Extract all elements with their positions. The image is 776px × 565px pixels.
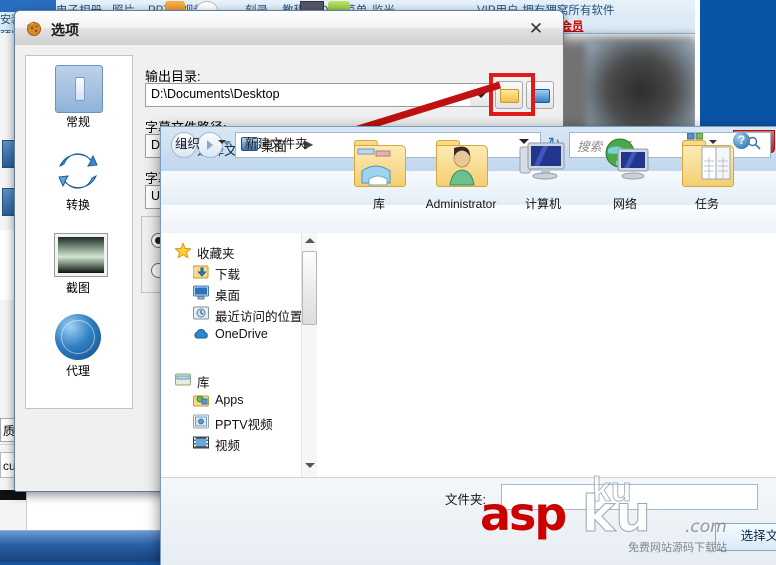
nav-item-downloads[interactable]: 下载 <box>175 262 315 282</box>
list-item[interactable]: 计算机 <box>501 135 585 245</box>
sidebar-item-convert[interactable]: 转换 <box>26 144 130 222</box>
output-dir-input[interactable]: D:\Documents\Desktop <box>145 83 491 107</box>
organize-button[interactable]: 组织 <box>175 133 200 152</box>
list-item[interactable]: 库 <box>337 135 421 245</box>
highlight-box <box>489 73 535 116</box>
nav-item-desktop-label: 桌面 <box>215 289 241 303</box>
options-titlebar[interactable] <box>15 11 563 46</box>
proxy-icon <box>55 314 101 360</box>
nav-item-desktop[interactable]: 桌面 <box>175 283 315 303</box>
forward-button[interactable] <box>197 132 223 158</box>
capture-icon <box>55 234 107 276</box>
options-dialog-title: 选项 <box>51 22 79 38</box>
apps-icon <box>193 395 209 407</box>
list-item[interactable]: Administrator <box>419 135 503 245</box>
navigation-scrollbar-thumb[interactable] <box>302 251 317 325</box>
pptv-icon <box>193 414 209 429</box>
chevron-down-icon[interactable] <box>218 140 226 144</box>
nav-item-video[interactable]: 视频 <box>175 433 315 453</box>
network-icon <box>596 135 654 191</box>
library-icon <box>175 373 191 386</box>
libraries-folder-icon <box>350 135 408 191</box>
video-preview <box>586 40 696 140</box>
list-item-label: 任务 <box>694 197 719 211</box>
onedrive-icon <box>194 329 208 339</box>
list-item-label: 计算机 <box>524 197 561 211</box>
general-icon <box>55 65 103 113</box>
sidebar-item-convert-label: 转换 <box>65 198 90 212</box>
select-folder-button[interactable]: 选择文件夹 <box>715 523 776 551</box>
sidebar-item-capture-label: 截图 <box>65 281 90 295</box>
scroll-up-icon[interactable] <box>305 238 315 243</box>
list-item-label: 网络 <box>612 197 637 211</box>
nav-item-favorites-label: 收藏夹 <box>197 247 235 261</box>
nav-item-libraries-label: 库 <box>197 376 210 390</box>
tasks-folder-icon <box>678 135 736 191</box>
folder-content-pane <box>317 233 776 477</box>
recent-places-icon <box>193 306 209 320</box>
computer-icon <box>514 135 572 191</box>
convert-icon <box>55 148 101 194</box>
user-folder-icon <box>432 135 490 191</box>
nav-item-video-label: 视频 <box>215 439 241 453</box>
sidebar-item-capture[interactable]: 截图 <box>26 227 130 305</box>
sidebar-item-proxy[interactable]: 代理 <box>26 310 130 388</box>
new-folder-button[interactable]: 新建文件夹 <box>245 133 308 152</box>
close-icon[interactable]: ✕ <box>523 19 549 39</box>
nav-item-pptv-label: PPTV视频 <box>215 418 273 432</box>
sidebar-item-general[interactable]: 常规 <box>26 61 130 139</box>
nav-item-recent-places[interactable]: 最近访问的位置 <box>175 304 315 324</box>
nav-item-pptv[interactable]: PPTV视频 <box>175 412 315 432</box>
select-folder-dialog: 选择文件夹 ✕ 桌面 ▶ ↻ 搜索 桌面 组织 新建文件夹 ? 收藏夹 下载 <box>160 126 776 565</box>
list-item-label: Administrator <box>425 197 497 211</box>
star-icon <box>175 243 191 258</box>
nav-item-apps[interactable]: Apps <box>175 391 315 411</box>
list-item[interactable]: 网络 <box>583 135 667 245</box>
folder-name-input[interactable] <box>501 484 758 510</box>
nav-item-libraries[interactable]: 库 <box>175 370 315 390</box>
nav-item-onedrive[interactable]: OneDrive <box>175 325 315 345</box>
output-dir-dropdown-icon[interactable] <box>470 84 490 106</box>
desktop-icon <box>193 285 209 300</box>
nav-item-recent-places-label: 最近访问的位置 <box>215 310 303 324</box>
video-icon <box>193 436 209 449</box>
nav-item-downloads-label: 下载 <box>215 268 241 282</box>
sidebar-item-proxy-label: 代理 <box>65 364 90 378</box>
cookie-icon <box>26 21 41 36</box>
downloads-icon <box>193 265 209 279</box>
nav-item-apps-label: Apps <box>215 393 244 407</box>
scroll-down-icon[interactable] <box>305 463 315 468</box>
folder-field-label: 文件夹: <box>445 493 486 507</box>
list-item[interactable]: 任务 <box>665 135 749 245</box>
sidebar-item-general-label: 常规 <box>65 115 90 129</box>
nav-item-onedrive-label: OneDrive <box>215 327 268 341</box>
list-item-label: 库 <box>372 197 385 211</box>
nav-item-favorites[interactable]: 收藏夹 <box>175 241 315 261</box>
